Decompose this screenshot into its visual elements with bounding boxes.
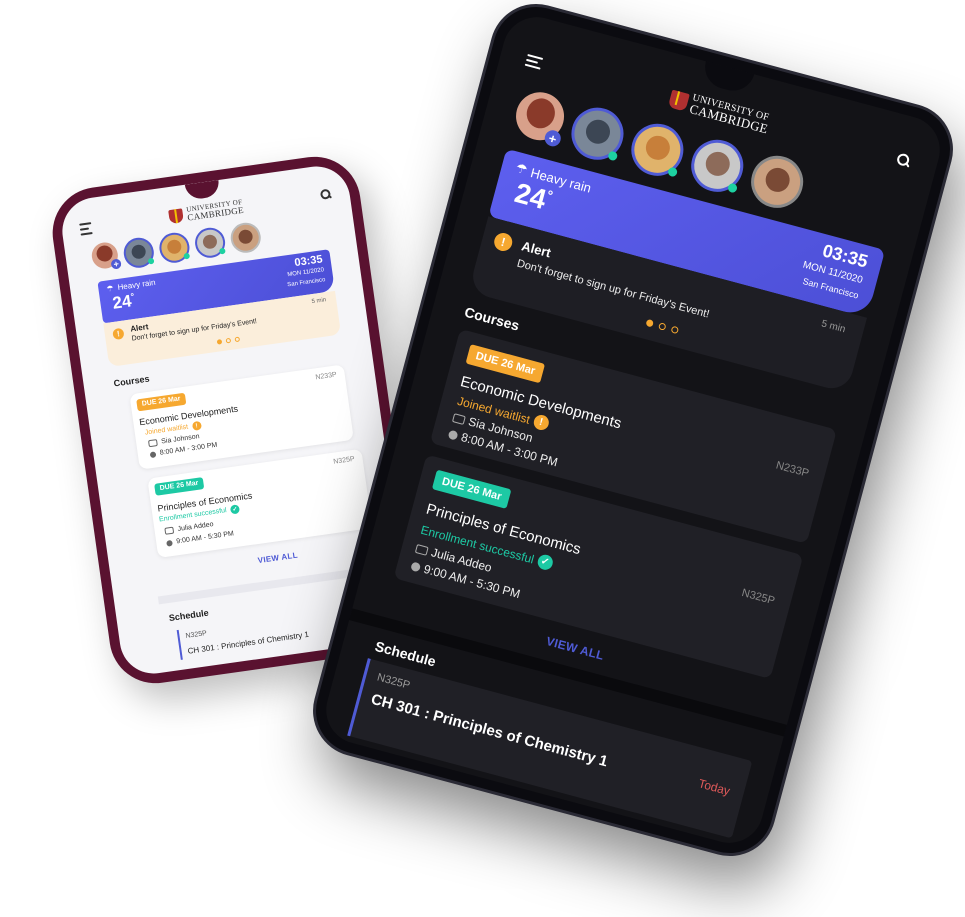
dot[interactable] bbox=[657, 322, 667, 331]
avatar[interactable] bbox=[625, 117, 690, 182]
course-time: 9:00 AM - 5:30 PM bbox=[175, 530, 235, 546]
course-code: N325P bbox=[740, 586, 776, 608]
person-board-icon bbox=[452, 412, 466, 425]
alert-message: Don't forget to sign up for Friday's Eve… bbox=[515, 257, 711, 321]
schedule-title: Schedule bbox=[168, 607, 210, 624]
instructor-name: Sia Johnson bbox=[160, 433, 200, 446]
schedule-accent bbox=[176, 629, 183, 660]
dark-screen: UNIVERSITY OF CAMBRIDGE + ☂ Heavy rain 2… bbox=[318, 9, 948, 851]
dot-active[interactable] bbox=[216, 339, 223, 345]
weather-condition: Heavy rain bbox=[116, 277, 157, 293]
schedule-card[interactable]: N325P Today CH 301 : Principles of Chemi… bbox=[347, 658, 753, 839]
alert-title: Alert bbox=[520, 238, 553, 261]
due-badge: DUE 26 Mar bbox=[154, 477, 205, 496]
menu-icon[interactable] bbox=[524, 53, 544, 70]
temperature: 24 bbox=[511, 177, 550, 216]
person-board-icon bbox=[147, 439, 158, 448]
schedule-course: CH 301 : Principles of Chemistry 1 bbox=[369, 690, 610, 771]
degree: ° bbox=[130, 291, 136, 302]
university-logo: UNIVERSITY OF CAMBRIDGE bbox=[667, 88, 772, 136]
dot[interactable] bbox=[225, 337, 232, 344]
alert-age: 5 min bbox=[311, 297, 327, 306]
view-all-link[interactable]: VIEW ALL bbox=[257, 551, 298, 566]
date: MON 11/2020 bbox=[287, 267, 325, 279]
clock-icon bbox=[166, 539, 173, 547]
crest-icon bbox=[667, 89, 690, 112]
avatar[interactable] bbox=[745, 150, 809, 214]
add-icon[interactable]: + bbox=[542, 128, 563, 149]
person-board-icon bbox=[164, 526, 175, 535]
my-avatar[interactable]: + bbox=[510, 86, 570, 149]
clock-icon bbox=[149, 450, 157, 458]
city: San Francisco bbox=[286, 277, 326, 289]
university-logo: UNIVERSITY OF CAMBRIDGE bbox=[168, 198, 244, 224]
alert-icon: ! bbox=[492, 230, 515, 254]
dot-active[interactable] bbox=[645, 318, 655, 328]
dark-phone: UNIVERSITY OF CAMBRIDGE + ☂ Heavy rain 2… bbox=[302, 0, 964, 867]
carousel-dots[interactable] bbox=[645, 318, 680, 335]
alert-icon: ! bbox=[112, 327, 125, 341]
courses-title: Courses bbox=[113, 373, 151, 389]
check-icon: ✓ bbox=[535, 553, 555, 572]
clock-icon bbox=[447, 429, 459, 441]
alert-title: Alert bbox=[129, 322, 150, 334]
due-badge: DUE 26 Mar bbox=[431, 469, 512, 509]
schedule-accent bbox=[347, 658, 371, 737]
notch bbox=[184, 179, 221, 201]
avatar[interactable] bbox=[565, 101, 630, 166]
alert-age: 5 min bbox=[820, 318, 847, 336]
course-code: N325P bbox=[332, 455, 356, 466]
dot[interactable] bbox=[670, 325, 680, 335]
cloud-rain-icon: ☂ bbox=[105, 283, 115, 294]
temperature: 24 bbox=[111, 291, 133, 313]
schedule-code: N325P bbox=[375, 671, 412, 692]
due-badge: DUE 26 Mar bbox=[136, 392, 187, 412]
course-code: N233P bbox=[774, 459, 811, 480]
cloud-rain-icon: ☂ bbox=[514, 160, 530, 178]
schedule-when: Today bbox=[697, 776, 732, 799]
alert-icon: ! bbox=[191, 420, 202, 431]
check-icon: ✓ bbox=[229, 504, 241, 515]
notch bbox=[700, 61, 755, 96]
person-board-icon bbox=[414, 543, 429, 556]
course-card[interactable]: DUE 26 Mar N325P Principles of Economics… bbox=[147, 448, 373, 558]
crest-icon bbox=[168, 207, 185, 224]
avatar[interactable] bbox=[193, 225, 228, 260]
schedule-code: N325P bbox=[185, 630, 208, 640]
course-code: N233P bbox=[315, 371, 338, 382]
alert-icon: ! bbox=[531, 413, 551, 432]
clock-icon bbox=[410, 560, 422, 572]
instructor-row: Julia Addeo bbox=[164, 521, 214, 535]
add-icon[interactable]: + bbox=[110, 258, 122, 270]
search-icon[interactable] bbox=[319, 188, 333, 201]
menu-icon[interactable] bbox=[79, 221, 93, 236]
avatar[interactable] bbox=[685, 133, 750, 198]
my-avatar[interactable]: + bbox=[90, 240, 122, 271]
instructor-name: Julia Addeo bbox=[177, 521, 215, 534]
courses-title: Courses bbox=[462, 303, 522, 334]
view-all-link[interactable]: VIEW ALL bbox=[545, 634, 606, 663]
avatar[interactable] bbox=[121, 235, 156, 270]
dot[interactable] bbox=[234, 336, 241, 343]
avatar[interactable] bbox=[157, 230, 192, 265]
avatar[interactable] bbox=[228, 220, 263, 255]
carousel-dots[interactable] bbox=[216, 336, 241, 345]
search-icon[interactable] bbox=[895, 152, 912, 169]
